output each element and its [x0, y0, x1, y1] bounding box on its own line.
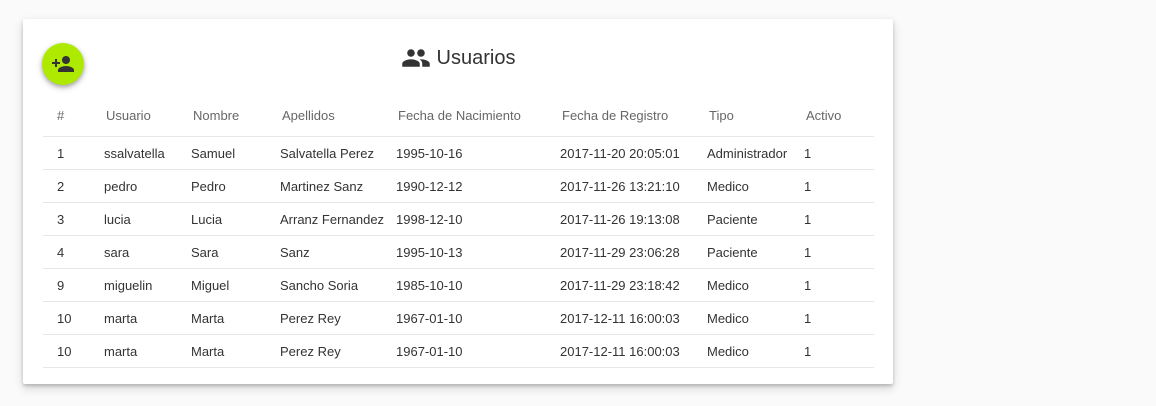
- cell-nombre: Marta: [191, 334, 280, 368]
- cell-usuario: marta: [104, 334, 191, 368]
- cell-tipo: Administrador: [707, 136, 804, 170]
- cell-nombre: Pedro: [191, 169, 280, 203]
- cell-usuario: marta: [104, 301, 191, 335]
- table-row[interactable]: 4 sara Sara Sanz 1995-10-13 2017-11-29 23:06:…: [43, 235, 874, 269]
- cell-id: 9: [43, 268, 104, 302]
- cell-fecha-nacimiento: 1967-01-10: [396, 301, 560, 335]
- column-header-fecha-nacimiento[interactable]: Fecha de Nacimiento: [396, 95, 560, 137]
- table-body: 1 ssalvatella Samuel Salvatella Perez 1995-1…: [43, 136, 874, 368]
- cell-fecha-nacimiento: 1985-10-10: [396, 268, 560, 302]
- column-header-id[interactable]: #: [43, 95, 104, 137]
- cell-activo: 1: [804, 301, 874, 335]
- cell-fecha-registro: 2017-11-26 13:21:10: [560, 169, 707, 203]
- cell-nombre: Samuel: [191, 136, 280, 170]
- cell-usuario: pedro: [104, 169, 191, 203]
- table-row[interactable]: 10 marta Marta Perez Rey 1967-01-10 2017-12-1…: [43, 301, 874, 335]
- cell-id: 4: [43, 235, 104, 269]
- cell-apellidos: Sanz: [280, 235, 396, 269]
- page-title: Usuarios: [436, 46, 516, 69]
- cell-tipo: Paciente: [707, 235, 804, 269]
- cell-fecha-nacimiento: 1995-10-13: [396, 235, 560, 269]
- cell-tipo: Medico: [707, 334, 804, 368]
- cell-id: 10: [43, 334, 104, 368]
- cell-fecha-registro: 2017-11-29 23:06:28: [560, 235, 707, 269]
- cell-apellidos: Martinez Sanz: [280, 169, 396, 203]
- table-row[interactable]: 1 ssalvatella Samuel Salvatella Perez 1995-1…: [43, 136, 874, 170]
- page-header: Usuarios: [23, 43, 893, 73]
- table-header-row: # Usuario Nombre Apellidos Fecha de Nacimien…: [43, 95, 874, 137]
- cell-fecha-nacimiento: 1967-01-10: [396, 334, 560, 368]
- cell-fecha-registro: 2017-11-20 20:05:01: [560, 136, 707, 170]
- column-header-activo[interactable]: Activo: [804, 95, 874, 137]
- column-header-usuario[interactable]: Usuario: [104, 95, 191, 137]
- cell-apellidos: Perez Rey: [280, 334, 396, 368]
- column-header-fecha-registro[interactable]: Fecha de Registro: [560, 95, 707, 137]
- cell-id: 3: [43, 202, 104, 236]
- cell-usuario: sara: [104, 235, 191, 269]
- cell-fecha-nacimiento: 1998-12-10: [396, 202, 560, 236]
- cell-usuario: lucia: [104, 202, 191, 236]
- cell-usuario: miguelin: [104, 268, 191, 302]
- cell-apellidos: Perez Rey: [280, 301, 396, 335]
- cell-activo: 1: [804, 235, 874, 269]
- cell-activo: 1: [804, 169, 874, 203]
- cell-activo: 1: [804, 268, 874, 302]
- cell-id: 2: [43, 169, 104, 203]
- table-row[interactable]: 10 marta Marta Perez Rey 1967-01-10 2017-12-1…: [43, 334, 874, 368]
- cell-tipo: Medico: [707, 301, 804, 335]
- users-card: Usuarios # Usuario Nombre Apellidos Fecha de…: [23, 19, 893, 384]
- cell-tipo: Medico: [707, 268, 804, 302]
- cell-activo: 1: [804, 334, 874, 368]
- table-row[interactable]: 3 lucia Lucia Arranz Fernandez 1998-12-10 201…: [43, 202, 874, 236]
- cell-usuario: ssalvatella: [104, 136, 191, 170]
- cell-nombre: Miguel: [191, 268, 280, 302]
- cell-apellidos: Salvatella Perez: [280, 136, 396, 170]
- cell-fecha-registro: 2017-11-26 19:13:08: [560, 202, 707, 236]
- cell-apellidos: Arranz Fernandez: [280, 202, 396, 236]
- cell-activo: 1: [804, 136, 874, 170]
- cell-tipo: Medico: [707, 169, 804, 203]
- cell-nombre: Sara: [191, 235, 280, 269]
- column-header-nombre[interactable]: Nombre: [191, 95, 280, 137]
- cell-fecha-nacimiento: 1990-12-12: [396, 169, 560, 203]
- cell-fecha-nacimiento: 1995-10-16: [396, 136, 560, 170]
- cell-nombre: Marta: [191, 301, 280, 335]
- cell-id: 10: [43, 301, 104, 335]
- column-header-tipo[interactable]: Tipo: [707, 95, 804, 137]
- cell-activo: 1: [804, 202, 874, 236]
- cell-nombre: Lucia: [191, 202, 280, 236]
- cell-tipo: Paciente: [707, 202, 804, 236]
- cell-fecha-registro: 2017-11-29 23:18:42: [560, 268, 707, 302]
- cell-fecha-registro: 2017-12-11 16:00:03: [560, 301, 707, 335]
- cell-fecha-registro: 2017-12-11 16:00:03: [560, 334, 707, 368]
- group-icon: [401, 49, 430, 67]
- column-header-apellidos[interactable]: Apellidos: [280, 95, 396, 137]
- table-row[interactable]: 2 pedro Pedro Martinez Sanz 1990-12-12 2017-1…: [43, 169, 874, 203]
- table-row[interactable]: 9 miguelin Miguel Sancho Soria 1985-10-10 201…: [43, 268, 874, 302]
- cell-apellidos: Sancho Soria: [280, 268, 396, 302]
- users-table: # Usuario Nombre Apellidos Fecha de Nacimien…: [43, 95, 874, 368]
- cell-id: 1: [43, 136, 104, 170]
